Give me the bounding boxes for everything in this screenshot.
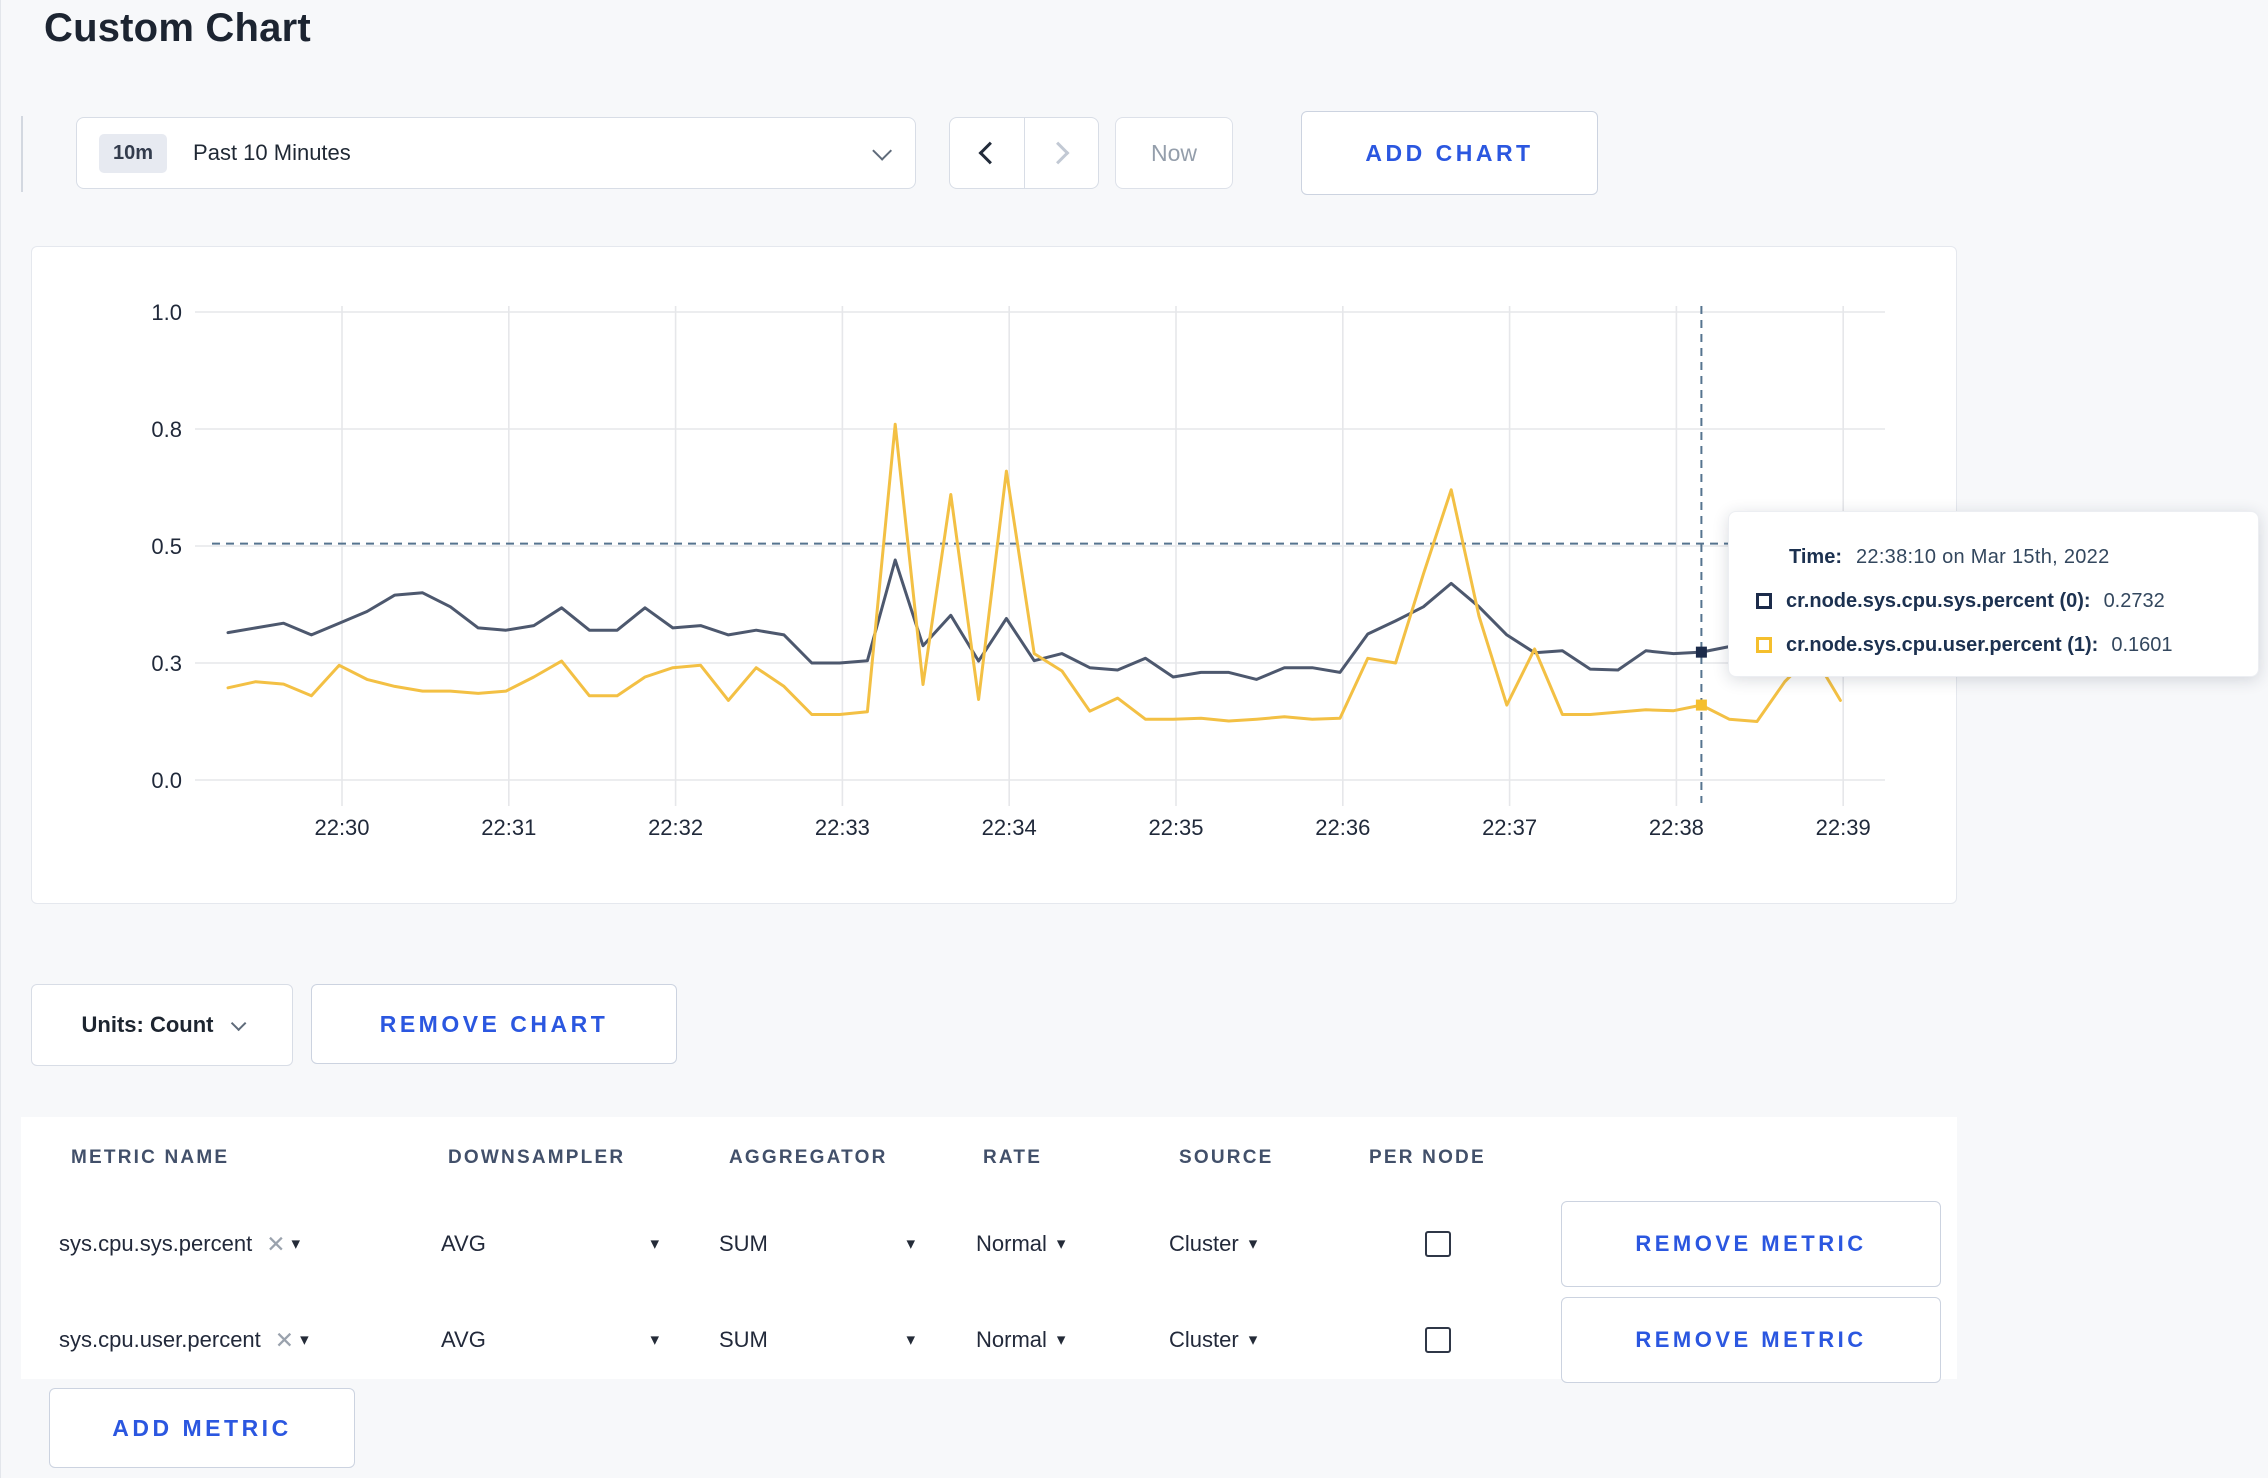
metrics-table-header: METRIC NAME DOWNSAMPLER AGGREGATOR RATE … [21, 1147, 1957, 1187]
remove-metric-button[interactable]: REMOVE METRIC [1561, 1297, 1941, 1383]
sys-series-swatch-icon [1756, 593, 1772, 609]
source-value: Cluster [1169, 1231, 1239, 1256]
downsampler-select[interactable]: AVG ▾ [441, 1196, 659, 1292]
metric-name-value: sys.cpu.user.percent [59, 1327, 261, 1352]
caret-down-icon: ▾ [1248, 1330, 1258, 1349]
svg-text:22:31: 22:31 [481, 815, 536, 840]
metric-name-select[interactable]: sys.cpu.user.percent ✕ ▾ [59, 1292, 309, 1388]
svg-text:22:36: 22:36 [1315, 815, 1370, 840]
aggregator-value: SUM [719, 1231, 768, 1256]
svg-text:0.5: 0.5 [151, 534, 182, 559]
caret-down-icon: ▾ [291, 1234, 301, 1253]
source-select[interactable]: Cluster ▾ [1169, 1196, 1257, 1292]
user-series-swatch-icon [1756, 637, 1772, 653]
metrics-table: METRIC NAME DOWNSAMPLER AGGREGATOR RATE … [21, 1117, 1957, 1383]
aggregator-select[interactable]: SUM ▾ [719, 1292, 915, 1388]
svg-text:22:38: 22:38 [1649, 815, 1704, 840]
tooltip-time-label: Time: [1789, 545, 1842, 568]
svg-text:1.0: 1.0 [151, 300, 182, 325]
downsampler-value: AVG [441, 1231, 486, 1256]
source-select[interactable]: Cluster ▾ [1169, 1292, 1257, 1388]
tooltip-series-name: cr.node.sys.cpu.user.percent (1): [1786, 633, 2099, 656]
aggregator-value: SUM [719, 1327, 768, 1352]
chart-card: 22:30 22:31 22:32 22:33 22:34 22:35 22:36 22:37… [31, 246, 1957, 904]
next-time-button[interactable] [1023, 118, 1099, 188]
chevron-down-icon [872, 140, 893, 161]
remove-metric-button[interactable]: REMOVE METRIC [1561, 1201, 1941, 1287]
units-label: Units: Count [81, 1012, 214, 1037]
clear-metric-icon[interactable]: ✕ [275, 1327, 294, 1354]
col-header-source: SOURCE [1179, 1147, 1274, 1168]
caret-down-icon: ▾ [906, 1234, 915, 1253]
per-node-cell [1425, 1292, 1451, 1388]
svg-text:22:33: 22:33 [815, 815, 870, 840]
caret-down-icon: ▾ [650, 1234, 659, 1253]
metric-row: sys.cpu.sys.percent ✕ ▾ AVG ▾ SUM ▾ Norm… [21, 1196, 1957, 1292]
rate-select[interactable]: Normal ▾ [976, 1196, 1065, 1292]
svg-text:22:37: 22:37 [1482, 815, 1537, 840]
rate-select[interactable]: Normal ▾ [976, 1292, 1065, 1388]
rate-value: Normal [976, 1231, 1047, 1256]
caret-down-icon: ▾ [1056, 1234, 1066, 1253]
col-header-downsampler: DOWNSAMPLER [448, 1147, 626, 1168]
svg-text:0.3: 0.3 [151, 651, 182, 676]
svg-text:22:32: 22:32 [648, 815, 703, 840]
units-select[interactable]: Units: Count [31, 984, 293, 1066]
downsampler-value: AVG [441, 1327, 486, 1352]
col-header-aggregator: AGGREGATOR [729, 1147, 888, 1168]
caret-down-icon: ▾ [1248, 1234, 1258, 1253]
metric-name-select[interactable]: sys.cpu.sys.percent ✕ ▾ [59, 1196, 300, 1292]
chart-tooltip: Time: 22:38:10 on Mar 15th, 2022 cr.node… [1728, 511, 2259, 677]
svg-text:22:34: 22:34 [982, 815, 1037, 840]
custom-chart-page: Custom Chart 10m Past 10 Minutes Now ADD… [0, 0, 2268, 1478]
clear-metric-icon[interactable]: ✕ [266, 1231, 285, 1258]
time-range-select[interactable]: 10m Past 10 Minutes [76, 117, 916, 189]
caret-down-icon: ▾ [906, 1330, 915, 1349]
svg-text:0.8: 0.8 [151, 417, 182, 442]
per-node-cell [1425, 1196, 1451, 1292]
chevron-right-icon [1047, 141, 1070, 165]
aggregator-select[interactable]: SUM ▾ [719, 1196, 915, 1292]
per-node-checkbox[interactable] [1425, 1327, 1451, 1353]
add-chart-button[interactable]: ADD CHART [1301, 111, 1598, 195]
svg-text:0.0: 0.0 [151, 768, 182, 793]
remove-chart-button[interactable]: REMOVE CHART [311, 984, 677, 1064]
time-range-label: Past 10 Minutes [193, 140, 351, 165]
svg-text:22:30: 22:30 [314, 815, 369, 840]
source-value: Cluster [1169, 1327, 1239, 1352]
timeseries-chart[interactable]: 22:30 22:31 22:32 22:33 22:34 22:35 22:36 22:37… [32, 247, 1958, 905]
col-header-per-node: PER NODE [1369, 1147, 1486, 1168]
caret-down-icon: ▾ [650, 1330, 659, 1349]
caret-down-icon: ▾ [300, 1330, 309, 1349]
time-window-nav [949, 117, 1099, 189]
tooltip-series-value: 0.1601 [2111, 633, 2173, 656]
svg-text:22:39: 22:39 [1816, 815, 1871, 840]
toolbar-divider [21, 116, 23, 192]
col-header-metric-name: METRIC NAME [71, 1147, 230, 1168]
downsampler-select[interactable]: AVG ▾ [441, 1292, 659, 1388]
tooltip-series-value: 0.2732 [2103, 589, 2165, 612]
rate-value: Normal [976, 1327, 1047, 1352]
chevron-down-icon [231, 1015, 247, 1031]
per-node-checkbox[interactable] [1425, 1231, 1451, 1257]
time-range-badge: 10m [99, 133, 168, 173]
tooltip-time-value: 22:38:10 on Mar 15th, 2022 [1855, 545, 2110, 568]
add-metric-button[interactable]: ADD METRIC [49, 1388, 355, 1468]
tooltip-series-name: cr.node.sys.cpu.sys.percent (0): [1786, 589, 2091, 612]
prev-time-button[interactable] [950, 118, 1024, 188]
metric-name-value: sys.cpu.sys.percent [59, 1231, 253, 1256]
metric-row: sys.cpu.user.percent ✕ ▾ AVG ▾ SUM ▾ Nor… [21, 1292, 1957, 1388]
caret-down-icon: ▾ [1056, 1330, 1066, 1349]
page-title: Custom Chart [44, 6, 311, 50]
chevron-left-icon [978, 141, 1001, 165]
svg-text:22:35: 22:35 [1148, 815, 1203, 840]
col-header-rate: RATE [983, 1147, 1043, 1168]
now-button[interactable]: Now [1115, 117, 1233, 189]
